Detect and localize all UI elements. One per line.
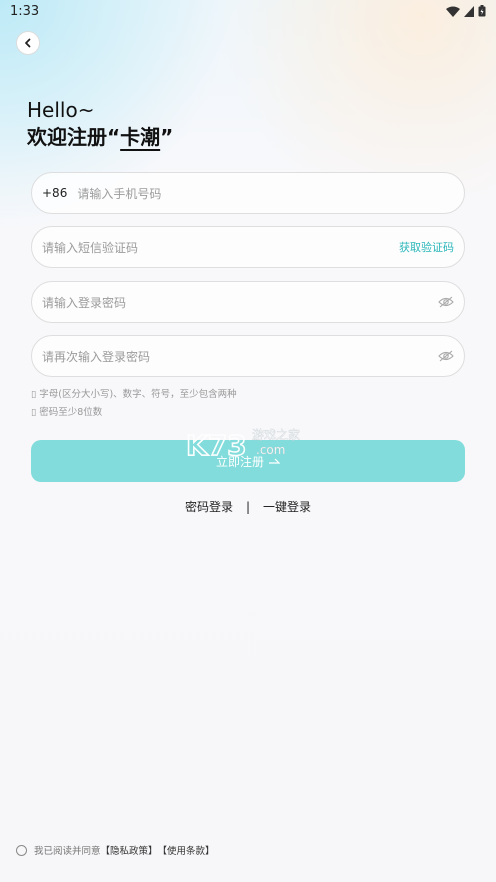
password-rules: ▯ 字母(区分大小写)、数字、符号，至少包含两种 ▯ 密码至少8位数	[31, 386, 237, 422]
brand-name: 卡潮	[120, 125, 161, 149]
get-code-button[interactable]: 获取验证码	[399, 239, 454, 255]
phone-field[interactable]: +86 请输入手机号码	[31, 172, 465, 214]
alt-login-row: 密码登录 | 一键登录	[0, 498, 496, 515]
sms-code-field[interactable]: 请输入短信验证码 获取验证码	[31, 226, 465, 268]
privacy-policy-link[interactable]: 【隐私政策】	[101, 843, 158, 857]
agreement-row: 我已阅读并同意 【隐私政策】 【使用条款】	[16, 843, 215, 857]
status-time: 1:33	[10, 3, 40, 19]
agree-radio[interactable]	[16, 844, 27, 856]
register-button[interactable]: 立即注册	[31, 440, 465, 482]
eye-off-icon[interactable]	[438, 350, 454, 362]
separator: |	[245, 499, 251, 514]
sms-code-input-placeholder: 请输入短信验证码	[42, 240, 139, 255]
welcome-title: 欢迎注册“卡潮”	[27, 125, 174, 149]
quick-login-link[interactable]: 一键登录	[263, 498, 311, 515]
signal-icon	[464, 5, 474, 17]
battery-icon	[478, 5, 486, 17]
password-confirm-input-placeholder: 请再次输入登录密码	[42, 349, 151, 364]
chevron-left-icon	[25, 38, 31, 48]
password-confirm-field[interactable]: 请再次输入登录密码	[31, 335, 465, 377]
back-button[interactable]	[16, 31, 40, 55]
wifi-icon	[446, 6, 460, 17]
password-input-placeholder: 请输入登录密码	[42, 295, 127, 310]
terms-link[interactable]: 【使用条款】	[158, 843, 215, 857]
password-rule-item: ▯ 字母(区分大小写)、数字、符号，至少包含两种	[31, 389, 237, 400]
country-code[interactable]: +86	[42, 186, 67, 200]
password-login-link[interactable]: 密码登录	[185, 498, 233, 515]
password-field[interactable]: 请输入登录密码	[31, 281, 465, 323]
agreement-text: 我已阅读并同意	[34, 846, 101, 857]
info-icon: ▯	[31, 407, 40, 418]
greeting-title: Hello~	[27, 98, 95, 122]
phone-input-placeholder: 请输入手机号码	[77, 186, 162, 201]
eye-off-icon[interactable]	[438, 296, 454, 308]
cursor-arrow-icon	[269, 458, 280, 464]
status-bar: 1:33	[0, 0, 496, 22]
password-rule-item: ▯ 密码至少8位数	[31, 407, 103, 418]
info-icon: ▯	[31, 389, 40, 400]
